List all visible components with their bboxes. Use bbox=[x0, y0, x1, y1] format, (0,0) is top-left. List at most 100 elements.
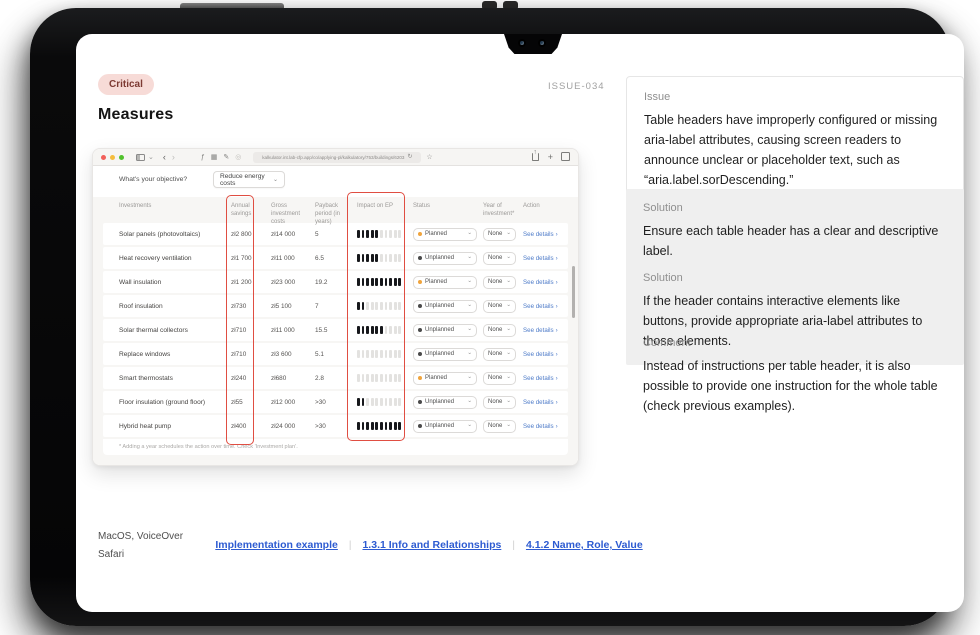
extension-icon[interactable]: ✎ bbox=[223, 154, 229, 161]
extension-icon[interactable]: ƒ bbox=[201, 154, 205, 161]
impact-bar-filled bbox=[375, 326, 379, 334]
impact-bar-filled bbox=[398, 422, 402, 430]
column-header: Impact on EP bbox=[357, 203, 394, 209]
chevron-down-icon[interactable]: ⌄ bbox=[148, 154, 154, 161]
investment-name: Heat recovery ventilation bbox=[119, 254, 192, 262]
impact-bar-filled bbox=[384, 422, 388, 430]
close-window-button[interactable] bbox=[101, 154, 106, 160]
see-details-link[interactable]: See details › bbox=[523, 351, 558, 358]
scrollbar-thumb[interactable] bbox=[572, 266, 575, 318]
impact-bar-empty bbox=[379, 302, 383, 310]
status-dropdown[interactable]: Planned ⌄ bbox=[413, 275, 477, 289]
year-label: None bbox=[488, 375, 503, 381]
reload-icon[interactable]: ↻ bbox=[408, 154, 413, 160]
comment-text: Instead of instructions per table header… bbox=[643, 359, 938, 413]
year-dropdown[interactable]: None ⌄ bbox=[483, 251, 516, 265]
see-details-link[interactable]: See details › bbox=[523, 399, 558, 406]
payback-value: >30 bbox=[315, 422, 326, 430]
impact-bar-filled bbox=[375, 422, 379, 430]
impact-bar-empty bbox=[357, 350, 360, 358]
impact-bars bbox=[357, 326, 409, 334]
solution-label: Solution bbox=[643, 272, 683, 284]
new-tab-icon[interactable]: + bbox=[548, 152, 553, 162]
year-dropdown[interactable]: None ⌄ bbox=[483, 419, 516, 433]
impact-bar-empty bbox=[389, 326, 392, 334]
reference-link[interactable]: 4.1.2 Name, Role, Value bbox=[526, 539, 643, 551]
impact-bar-empty bbox=[384, 302, 388, 310]
year-dropdown[interactable]: None ⌄ bbox=[483, 227, 516, 241]
chevron-right-icon: › bbox=[555, 326, 558, 334]
chevron-right-icon: › bbox=[555, 398, 558, 406]
annual-savings-value: zł55 bbox=[231, 398, 243, 406]
chevron-right-icon: › bbox=[555, 422, 558, 430]
address-bar[interactable]: kalkulator.int.lab-cfp.app/co/applying-p… bbox=[253, 151, 422, 163]
status-dropdown[interactable]: Planned ⌄ bbox=[413, 227, 477, 241]
impact-bar-filled bbox=[379, 326, 383, 334]
impact-bar-filled bbox=[361, 302, 365, 310]
impact-bar-filled bbox=[357, 326, 360, 334]
impact-bar-empty bbox=[379, 254, 383, 262]
reference-link[interactable]: 1.3.1 Info and Relationships bbox=[362, 539, 501, 551]
table-footnote: * Adding a year schedules the action ove… bbox=[103, 439, 568, 455]
table-row: Roof insulation zł730 zł5 100 7 Unplanne… bbox=[103, 295, 568, 317]
year-dropdown[interactable]: None ⌄ bbox=[483, 275, 516, 289]
see-details-link[interactable]: See details › bbox=[523, 279, 558, 286]
minimize-window-button[interactable] bbox=[110, 154, 115, 160]
status-dot bbox=[418, 376, 422, 380]
tab-overview-icon[interactable] bbox=[561, 151, 570, 161]
status-dropdown[interactable]: Unplanned ⌄ bbox=[413, 347, 477, 361]
impact-bar-empty bbox=[379, 350, 383, 358]
status-dropdown[interactable]: Unplanned ⌄ bbox=[413, 251, 477, 265]
app-content: What's your objective? Reduce energy cos… bbox=[93, 166, 578, 465]
status-dropdown[interactable]: Unplanned ⌄ bbox=[413, 299, 477, 313]
impact-bars bbox=[357, 398, 409, 406]
chevron-down-icon: ⌄ bbox=[467, 374, 472, 381]
year-dropdown[interactable]: None ⌄ bbox=[483, 347, 516, 361]
bookmark-star-icon[interactable]: ☆ bbox=[426, 154, 432, 161]
year-label: None bbox=[488, 351, 503, 357]
column-header: Annual savings bbox=[231, 203, 252, 217]
impact-bar-filled bbox=[375, 254, 379, 262]
share-icon[interactable] bbox=[531, 149, 539, 161]
impact-bars bbox=[357, 278, 409, 286]
status-dropdown[interactable]: Unplanned ⌄ bbox=[413, 323, 477, 337]
year-dropdown[interactable]: None ⌄ bbox=[483, 323, 516, 337]
impact-bar-filled bbox=[366, 230, 369, 238]
gross-costs-value: zł11 000 bbox=[271, 254, 295, 262]
see-details-link[interactable]: See details › bbox=[523, 231, 558, 238]
see-details-link[interactable]: See details › bbox=[523, 255, 558, 262]
back-icon[interactable]: ‹ bbox=[163, 152, 166, 162]
link-separator: | bbox=[348, 539, 352, 551]
see-details-label: See details bbox=[523, 398, 554, 406]
impact-bar-filled bbox=[375, 230, 379, 238]
year-dropdown[interactable]: None ⌄ bbox=[483, 371, 516, 385]
payback-value: 5 bbox=[315, 230, 319, 238]
sidebar-icon[interactable] bbox=[136, 153, 145, 161]
see-details-link[interactable]: See details › bbox=[523, 303, 558, 310]
impact-bar-filled bbox=[370, 326, 374, 334]
status-dropdown[interactable]: Planned ⌄ bbox=[413, 371, 477, 385]
chevron-down-icon: ⌄ bbox=[506, 230, 511, 237]
status-dropdown[interactable]: Unplanned ⌄ bbox=[413, 419, 477, 433]
status-dropdown[interactable]: Unplanned ⌄ bbox=[413, 395, 477, 409]
table-row: Smart thermostats zł240 zł680 2.8 Planne… bbox=[103, 367, 568, 389]
impact-bar-empty bbox=[366, 302, 369, 310]
reference-link[interactable]: Implementation example bbox=[215, 539, 338, 551]
zoom-window-button[interactable] bbox=[119, 154, 124, 160]
forward-icon[interactable]: › bbox=[172, 152, 175, 162]
extension-icon[interactable]: ◎ bbox=[235, 154, 241, 161]
impact-bar-empty bbox=[393, 254, 397, 262]
column-header: Investments bbox=[119, 203, 152, 209]
extension-icon[interactable]: ▦ bbox=[211, 154, 218, 161]
impact-bar-empty bbox=[398, 302, 402, 310]
chevron-down-icon: ⌄ bbox=[467, 230, 472, 237]
status-label: Planned bbox=[425, 279, 448, 285]
impact-bar-filled bbox=[375, 278, 379, 286]
see-details-link[interactable]: See details › bbox=[523, 375, 558, 382]
impact-bar-filled bbox=[361, 422, 365, 430]
year-dropdown[interactable]: None ⌄ bbox=[483, 395, 516, 409]
objective-dropdown[interactable]: Reduce energy costs ⌄ bbox=[213, 171, 285, 188]
see-details-link[interactable]: See details › bbox=[523, 327, 558, 334]
see-details-link[interactable]: See details › bbox=[523, 423, 558, 430]
year-dropdown[interactable]: None ⌄ bbox=[483, 299, 516, 313]
